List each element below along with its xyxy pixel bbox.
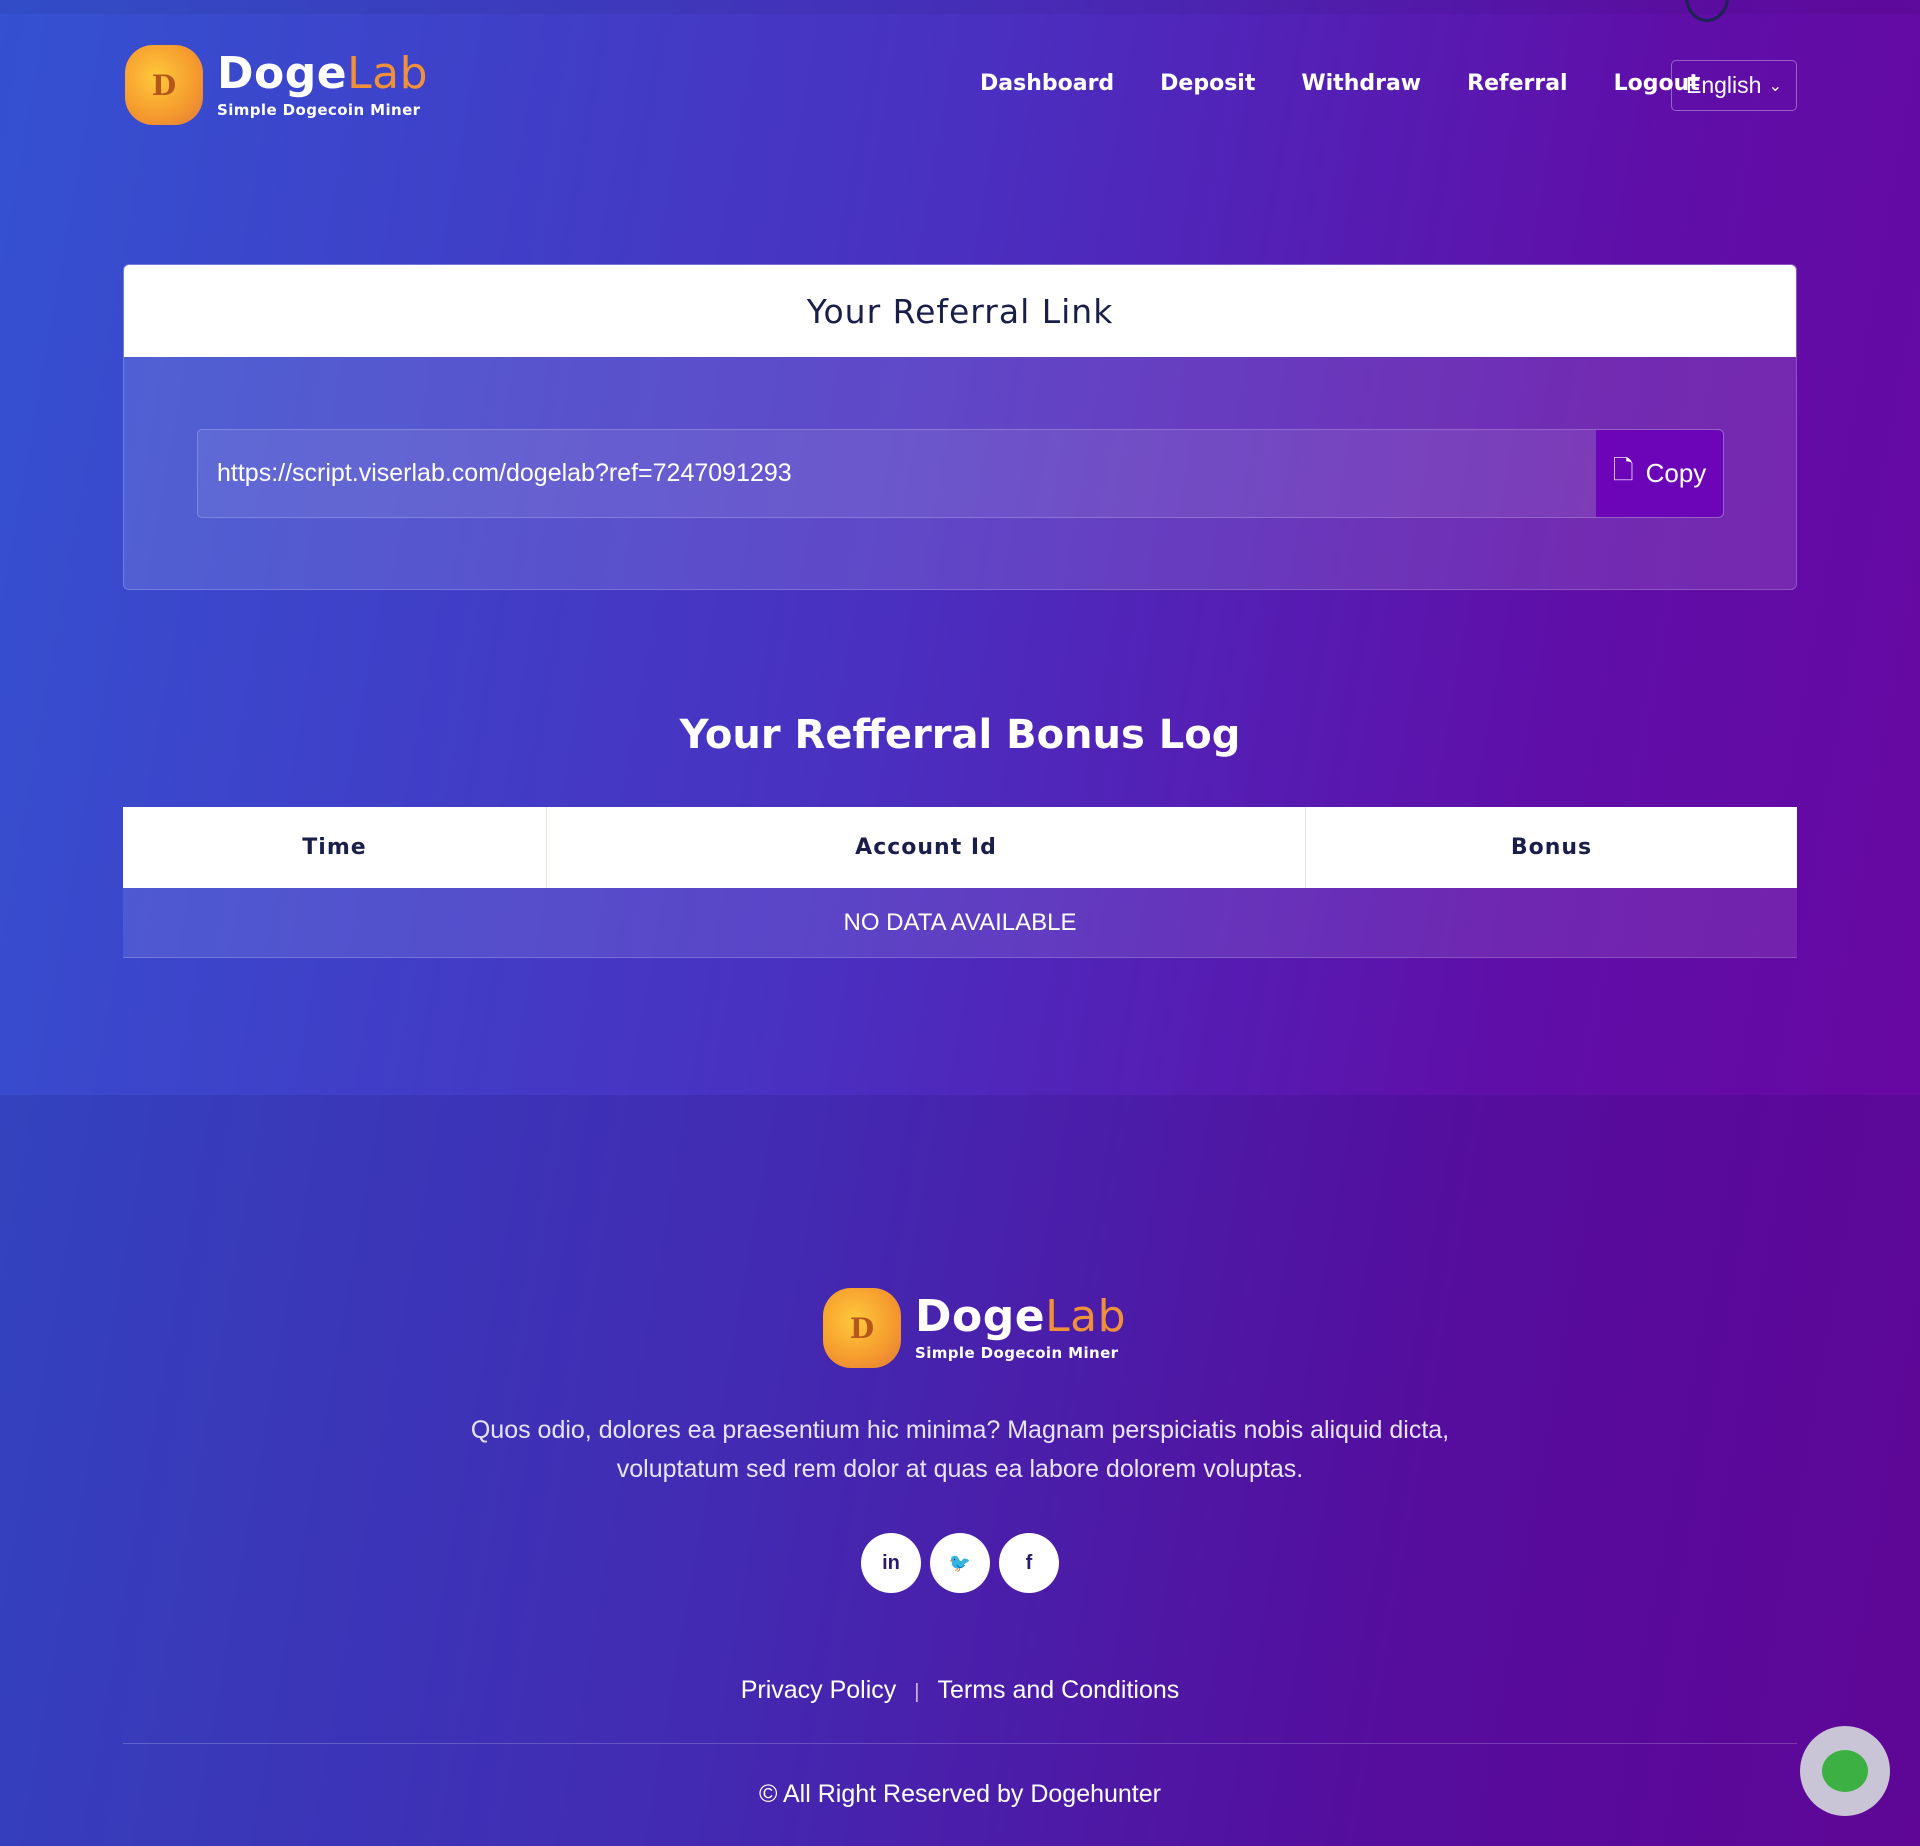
main-nav: Dashboard Deposit Withdraw Referral Logo… <box>980 64 1700 104</box>
footer-divider <box>123 1743 1797 1744</box>
nav-referral[interactable]: Referral <box>1467 64 1567 104</box>
column-bonus: Bonus <box>1510 835 1593 860</box>
nav-withdraw[interactable]: Withdraw <box>1301 64 1421 104</box>
linkedin-icon[interactable]: in <box>861 1533 921 1593</box>
link-separator: | <box>914 1681 920 1703</box>
twitter-icon[interactable]: 🐦 <box>930 1533 990 1593</box>
dogecoin-logo-icon: D <box>823 1288 901 1368</box>
footer-description: Quos odio, dolores ea praesentium hic mi… <box>470 1416 1450 1483</box>
bonus-log-title: Your Refferral Bonus Log <box>679 712 1241 758</box>
brand-tagline: Simple Dogecoin Miner <box>217 101 421 119</box>
copy-button[interactable]: 🗋 Copy <box>1596 430 1723 517</box>
nav-dashboard[interactable]: Dashboard <box>980 64 1114 104</box>
referral-link-card: Your Referral Link https://script.viserl… <box>123 264 1797 590</box>
referral-card-title: Your Referral Link <box>124 265 1796 357</box>
footer-brand-name: DogeLab <box>915 1291 1126 1342</box>
facebook-icon[interactable]: f <box>999 1533 1059 1593</box>
header-logo[interactable]: D DogeLab Simple Dogecoin Miner <box>125 45 428 125</box>
column-time: Time <box>123 807 547 888</box>
chat-bubble-icon <box>1822 1750 1868 1792</box>
footer-logo[interactable]: D DogeLab Simple Dogecoin Miner <box>823 1288 1126 1368</box>
language-value: English <box>1686 72 1762 98</box>
terms-link[interactable]: Terms and Conditions <box>938 1676 1180 1708</box>
column-account-id: Account Id <box>547 807 1306 888</box>
table-header: Time Account Id Bonus <box>123 807 1797 888</box>
language-select[interactable]: English ⌄ <box>1671 60 1797 111</box>
copy-label: Copy <box>1645 458 1707 488</box>
copy-icon: 🗋 <box>1612 454 1634 485</box>
privacy-policy-link[interactable]: Privacy Policy <box>741 1676 897 1708</box>
top-strip <box>0 0 1920 14</box>
footer-links: Privacy Policy | Terms and Conditions <box>0 1676 1920 1708</box>
social-links: in 🐦 f <box>861 1533 1059 1593</box>
copyright: © All Right Reserved by Dogehunter <box>759 1780 1161 1808</box>
loader-ring <box>1685 0 1729 22</box>
dogecoin-logo-icon: D <box>125 45 203 125</box>
footer-tagline: Simple Dogecoin Miner <box>915 1344 1119 1362</box>
referral-link-input[interactable]: https://script.viserlab.com/dogelab?ref=… <box>198 459 1596 488</box>
empty-row: NO DATA AVAILABLE <box>123 888 1797 958</box>
bonus-log-table: Time Account Id Bonus NO DATA AVAILABLE <box>123 807 1797 958</box>
brand-name: DogeLab <box>217 48 428 99</box>
chat-button[interactable] <box>1800 1726 1890 1816</box>
nav-deposit[interactable]: Deposit <box>1160 64 1255 104</box>
chevron-down-icon: ⌄ <box>1768 77 1782 95</box>
referral-link-field: https://script.viserlab.com/dogelab?ref=… <box>197 429 1724 518</box>
